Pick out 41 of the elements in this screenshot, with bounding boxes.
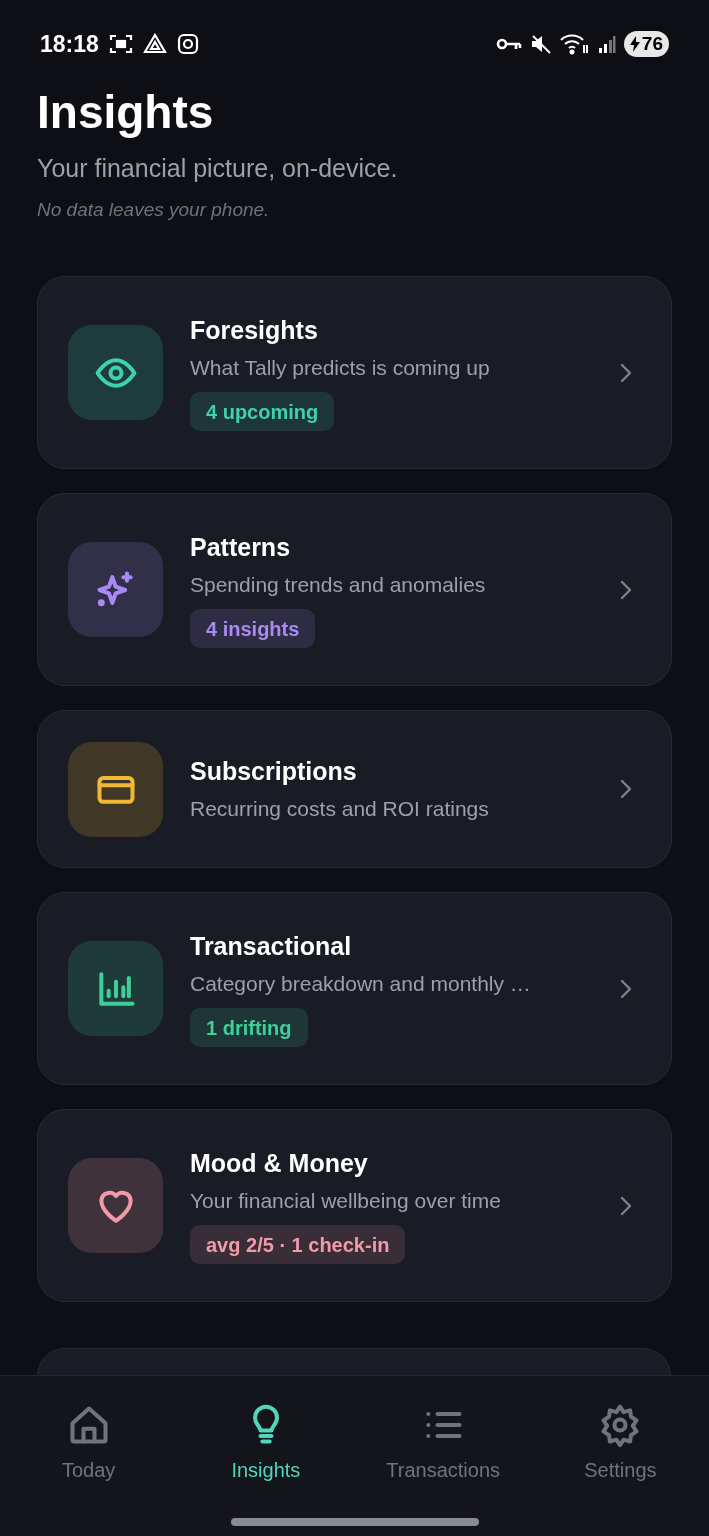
card-description: Spending trends and anomalies xyxy=(190,572,487,598)
nav-tab[interactable]: Today xyxy=(0,1403,178,1485)
status-time: 18:18 xyxy=(40,29,99,59)
insight-card[interactable]: Mood & Money Your financial wellbeing over time avg 2/5 · 1 check-in xyxy=(37,1109,672,1302)
card-title: Transactional xyxy=(190,931,353,962)
page-title: Insights xyxy=(37,85,215,140)
chevron-right-icon xyxy=(619,778,633,800)
card-title: Patterns xyxy=(190,532,292,563)
count-badge: 1 drifting xyxy=(190,1008,308,1047)
insight-card[interactable]: Patterns Spending trends and anomalies 4 insights xyxy=(37,493,672,686)
privacy-note: No data leaves your phone. xyxy=(37,197,271,222)
count-badge: avg 2/5 · 1 check-in xyxy=(190,1225,406,1264)
count-badge: 4 insights xyxy=(190,609,316,648)
key-icon xyxy=(495,36,522,52)
insight-card[interactable]: Foresights What Tally predicts is coming up 4 upcoming xyxy=(37,276,672,469)
nav-tab[interactable]: Transactions xyxy=(354,1403,532,1485)
card-description: Recurring costs and ROI ratings xyxy=(190,796,490,822)
card-description: What Tally predicts is coming up xyxy=(190,355,491,381)
page-subtitle: Your financial picture, on-device. xyxy=(37,153,399,184)
mute-icon xyxy=(529,34,552,54)
nav-tab[interactable]: Settings xyxy=(531,1403,709,1485)
wifi-icon xyxy=(559,33,590,55)
battery-level: 76 xyxy=(641,31,663,56)
signal-icon xyxy=(597,34,616,54)
insight-card[interactable]: Subscriptions Recurring costs and ROI ratings xyxy=(37,710,672,868)
chevron-right-icon xyxy=(619,1194,633,1217)
nav-tab[interactable]: Insights xyxy=(177,1403,355,1485)
screenshot-icon xyxy=(108,33,133,55)
card-description: Your financial wellbeing over time xyxy=(190,1188,502,1214)
triangle-icon xyxy=(142,33,167,55)
charging-icon xyxy=(629,36,640,52)
card-title: Mood & Money xyxy=(190,1148,369,1179)
card-title: Subscriptions xyxy=(190,756,358,787)
count-badge: 4 upcoming xyxy=(190,392,335,431)
insight-card[interactable]: Transactional Category breakdown and monthly … 1 drifting xyxy=(37,892,672,1085)
card-description: Category breakdown and monthly … xyxy=(190,971,532,997)
chevron-right-icon xyxy=(619,578,633,601)
camera-icon xyxy=(176,33,199,55)
card-title: Foresights xyxy=(190,315,319,346)
chevron-right-icon xyxy=(619,361,633,384)
chevron-right-icon xyxy=(619,977,633,1000)
